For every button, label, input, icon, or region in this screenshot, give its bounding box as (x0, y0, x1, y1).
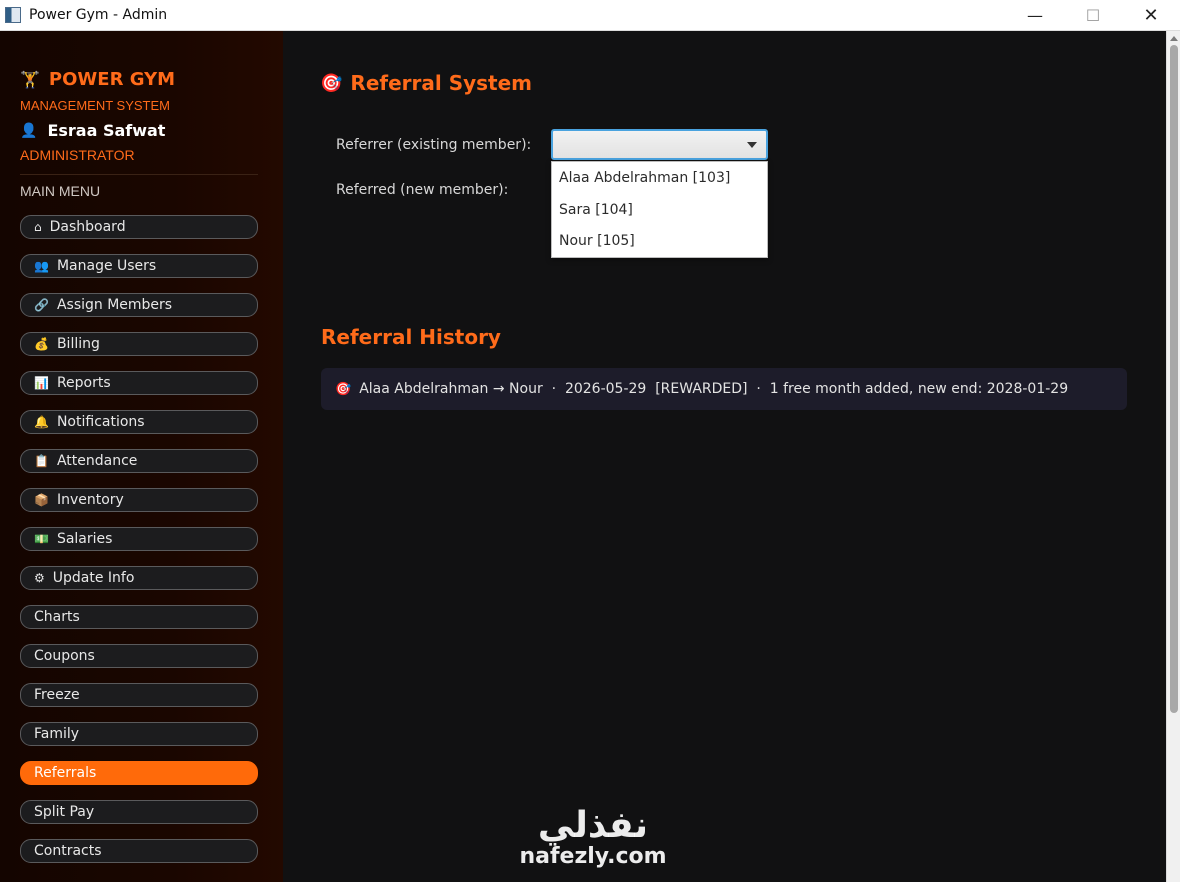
scrollbar-thumb[interactable] (1170, 45, 1178, 713)
sidebar-item-label: Notifications (56, 414, 145, 430)
dropdown-option[interactable]: Nour [105] (552, 226, 767, 258)
history-title: Referral History (321, 325, 501, 349)
package-icon: 📦 (34, 493, 49, 507)
sidebar-item-inventory[interactable]: 📦 Inventory (20, 488, 258, 512)
sidebar-item-manage-users[interactable]: 👥 Manage Users (20, 254, 258, 278)
link-icon: 🔗 (34, 298, 49, 312)
history-row-text: Alaa Abdelrahman → Nour · 2026-05-29 [RE… (359, 381, 1069, 397)
referrer-select[interactable] (551, 129, 768, 160)
dropdown-option[interactable]: Alaa Abdelrahman [103] (552, 163, 767, 195)
app-icon (5, 7, 21, 23)
banknote-icon: 💵 (34, 532, 49, 546)
sidebar-item-label: Inventory (56, 492, 124, 508)
users-icon: 👥 (34, 259, 49, 273)
maximize-button[interactable]: ☐ (1070, 0, 1116, 31)
sidebar-item-label: Salaries (56, 531, 113, 547)
sidebar-item-label: Charts (34, 609, 80, 625)
sidebar-item-dashboard[interactable]: ⌂ Dashboard (20, 215, 258, 239)
user-role: ADMINISTRATOR (20, 147, 135, 163)
sidebar: 🏋 POWER GYM MANAGEMENT SYSTEM 👤 Esraa Sa… (0, 31, 283, 882)
sidebar-item-label: Split Pay (34, 804, 95, 820)
window-titlebar: Power Gym - Admin — ☐ ✕ (0, 0, 1180, 31)
page-title: 🎯 Referral System (320, 71, 532, 95)
sidebar-item-label: Freeze (34, 687, 80, 703)
target-icon: 🎯 (320, 72, 343, 94)
referrer-label: Referrer (existing member): (336, 137, 532, 153)
sidebar-item-assign-members[interactable]: 🔗 Assign Members (20, 293, 258, 317)
window-title: Power Gym - Admin (29, 7, 168, 23)
page-title-text: Referral System (350, 71, 533, 95)
brand-name: POWER GYM (48, 69, 176, 90)
sidebar-item-reports[interactable]: 📊 Reports (20, 371, 258, 395)
vertical-scrollbar[interactable] (1166, 31, 1180, 882)
dumbbell-icon: 🏋 (20, 70, 41, 89)
main-menu: ⌂ Dashboard 👥 Manage Users 🔗 Assign Members… (20, 215, 258, 878)
gear-icon: ⚙ (34, 571, 45, 585)
sidebar-item-referrals[interactable]: Referrals (20, 761, 258, 785)
user-name: Esraa Safwat (47, 121, 166, 140)
close-button[interactable]: ✕ (1128, 0, 1174, 31)
scroll-up-arrow-icon[interactable] (1170, 36, 1178, 41)
sidebar-item-label: Billing (56, 336, 100, 352)
history-row: 🎯 Alaa Abdelrahman → Nour · 2026-05-29 [… (321, 368, 1127, 410)
sidebar-item-charts[interactable]: Charts (20, 605, 258, 629)
brand: 🏋 POWER GYM (20, 69, 175, 90)
sidebar-item-coupons[interactable]: Coupons (20, 644, 258, 668)
brand-subtitle: MANAGEMENT SYSTEM (20, 98, 171, 113)
sidebar-item-label: Manage Users (56, 258, 157, 274)
menu-heading: MAIN MENU (20, 183, 101, 199)
sidebar-item-label: Referrals (34, 765, 97, 781)
bar-chart-icon: 📊 (34, 376, 49, 390)
bell-icon: 🔔 (34, 415, 49, 429)
clipboard-icon: 📋 (34, 454, 49, 468)
sidebar-item-salaries[interactable]: 💵 Salaries (20, 527, 258, 551)
dropdown-option[interactable]: Sara [104] (552, 195, 767, 227)
main-content: 🎯 Referral System Referrer (existing mem… (283, 31, 1166, 882)
sidebar-item-label: Attendance (56, 453, 138, 469)
current-user: 👤 Esraa Safwat (20, 121, 165, 140)
sidebar-item-label: Assign Members (56, 297, 173, 313)
home-icon: ⌂ (34, 220, 42, 234)
sidebar-item-family[interactable]: Family (20, 722, 258, 746)
sidebar-item-attendance[interactable]: 📋 Attendance (20, 449, 258, 473)
watermark-arabic: نفذلي (537, 805, 649, 846)
sidebar-item-label: Update Info (52, 570, 135, 586)
sidebar-item-label: Coupons (34, 648, 95, 664)
watermark: نفذلي nafezly.com (518, 806, 668, 870)
sidebar-divider (20, 174, 258, 175)
referrer-dropdown-list: Alaa Abdelrahman [103] Sara [104] Nour [… (551, 161, 768, 258)
referred-label: Referred (new member): (336, 182, 509, 198)
sidebar-item-notifications[interactable]: 🔔 Notifications (20, 410, 258, 434)
sidebar-item-update-info[interactable]: ⚙ Update Info (20, 566, 258, 590)
sidebar-item-label: Contracts (34, 843, 102, 859)
sidebar-item-contracts[interactable]: Contracts (20, 839, 258, 863)
sidebar-item-split-pay[interactable]: Split Pay (20, 800, 258, 824)
sidebar-item-freeze[interactable]: Freeze (20, 683, 258, 707)
sidebar-item-label: Reports (56, 375, 111, 391)
sidebar-item-label: Family (34, 726, 80, 742)
minimize-button[interactable]: — (1012, 0, 1058, 31)
watermark-latin: nafezly.com (519, 844, 667, 869)
user-icon: 👤 (20, 122, 38, 139)
sidebar-item-billing[interactable]: 💰 Billing (20, 332, 258, 356)
sidebar-item-label: Dashboard (49, 219, 126, 235)
chevron-down-icon[interactable] (747, 142, 757, 148)
money-bag-icon: 💰 (34, 337, 49, 351)
target-icon: 🎯 (335, 381, 352, 397)
